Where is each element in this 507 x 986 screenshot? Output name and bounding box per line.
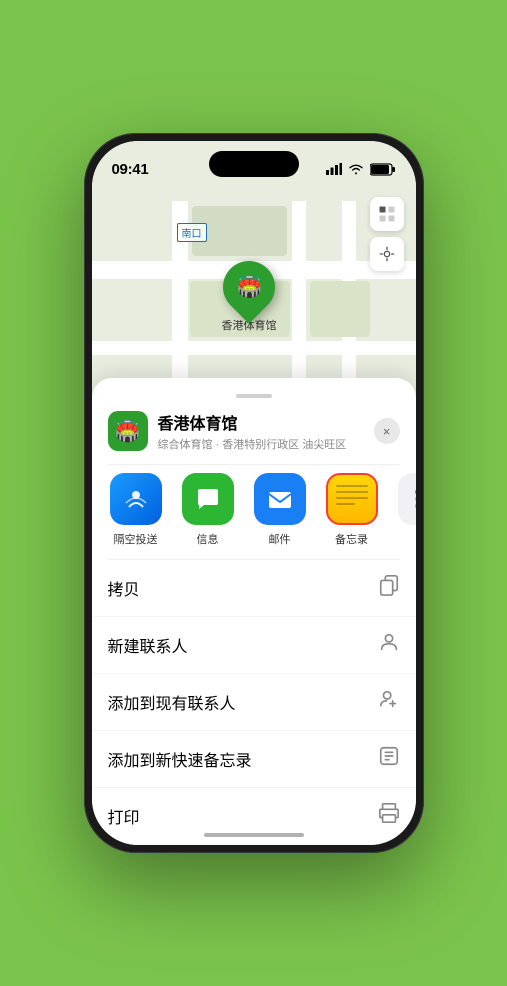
messages-icon bbox=[182, 473, 234, 525]
messages-label: 信息 bbox=[197, 531, 219, 547]
share-airdrop[interactable]: 隔空投送 bbox=[104, 473, 168, 547]
home-indicator bbox=[204, 833, 304, 837]
more-icon bbox=[398, 473, 416, 525]
mail-icon bbox=[254, 473, 306, 525]
dynamic-island bbox=[209, 151, 299, 177]
airdrop-label: 隔空投送 bbox=[114, 531, 158, 547]
action-list: 拷贝 新建联系人 bbox=[92, 560, 416, 845]
new-contact-icon bbox=[378, 631, 400, 659]
action-add-existing[interactable]: 添加到现有联系人 bbox=[92, 674, 416, 731]
share-mail[interactable]: 邮件 bbox=[248, 473, 312, 547]
mail-label: 邮件 bbox=[269, 531, 291, 547]
action-add-notes-label: 添加到新快速备忘录 bbox=[108, 747, 252, 771]
airdrop-icon bbox=[110, 473, 162, 525]
notes-icon bbox=[326, 473, 378, 525]
action-add-notes[interactable]: 添加到新快速备忘录 bbox=[92, 731, 416, 788]
location-button[interactable] bbox=[370, 237, 404, 271]
copy-icon bbox=[378, 574, 400, 602]
close-button[interactable]: × bbox=[374, 418, 400, 444]
pin-icon: 🏟️ bbox=[212, 250, 286, 324]
action-print-label: 打印 bbox=[108, 804, 140, 828]
share-row: 隔空投送 信息 bbox=[92, 465, 416, 559]
wifi-icon bbox=[348, 163, 364, 175]
venue-description: 综合体育馆 · 香港特别行政区 油尖旺区 bbox=[158, 436, 374, 452]
phone-frame: 09:41 bbox=[84, 133, 424, 853]
add-notes-icon bbox=[378, 745, 400, 773]
print-icon bbox=[378, 802, 400, 830]
map-view-toggle-button[interactable] bbox=[370, 197, 404, 231]
map-label-nankou: 南口 bbox=[177, 223, 207, 242]
notes-label: 备忘录 bbox=[335, 531, 368, 547]
venue-info: 香港体育馆 综合体育馆 · 香港特别行政区 油尖旺区 bbox=[158, 410, 374, 452]
status-icons bbox=[326, 163, 396, 176]
share-more[interactable]: 提 bbox=[392, 473, 416, 547]
action-new-contact[interactable]: 新建联系人 bbox=[92, 617, 416, 674]
action-new-contact-label: 新建联系人 bbox=[108, 633, 188, 657]
sheet-handle bbox=[236, 394, 272, 398]
signal-icon bbox=[326, 163, 342, 175]
action-copy-label: 拷贝 bbox=[108, 576, 140, 600]
battery-icon bbox=[370, 163, 396, 176]
status-time: 09:41 bbox=[112, 161, 149, 178]
map-controls bbox=[370, 197, 404, 277]
venue-name: 香港体育馆 bbox=[158, 410, 374, 434]
share-messages[interactable]: 信息 bbox=[176, 473, 240, 547]
location-pin: 🏟️ 香港体育馆 bbox=[222, 261, 277, 333]
notes-lines bbox=[336, 485, 368, 505]
bottom-sheet: 🏟️ 香港体育馆 综合体育馆 · 香港特别行政区 油尖旺区 × bbox=[92, 378, 416, 845]
phone-screen: 09:41 bbox=[92, 141, 416, 845]
action-copy[interactable]: 拷贝 bbox=[92, 560, 416, 617]
venue-icon: 🏟️ bbox=[108, 411, 148, 451]
add-contact-icon bbox=[378, 688, 400, 716]
venue-header: 🏟️ 香港体育馆 综合体育馆 · 香港特别行政区 油尖旺区 × bbox=[92, 410, 416, 464]
share-notes[interactable]: 备忘录 bbox=[320, 473, 384, 547]
action-add-existing-label: 添加到现有联系人 bbox=[108, 690, 236, 714]
